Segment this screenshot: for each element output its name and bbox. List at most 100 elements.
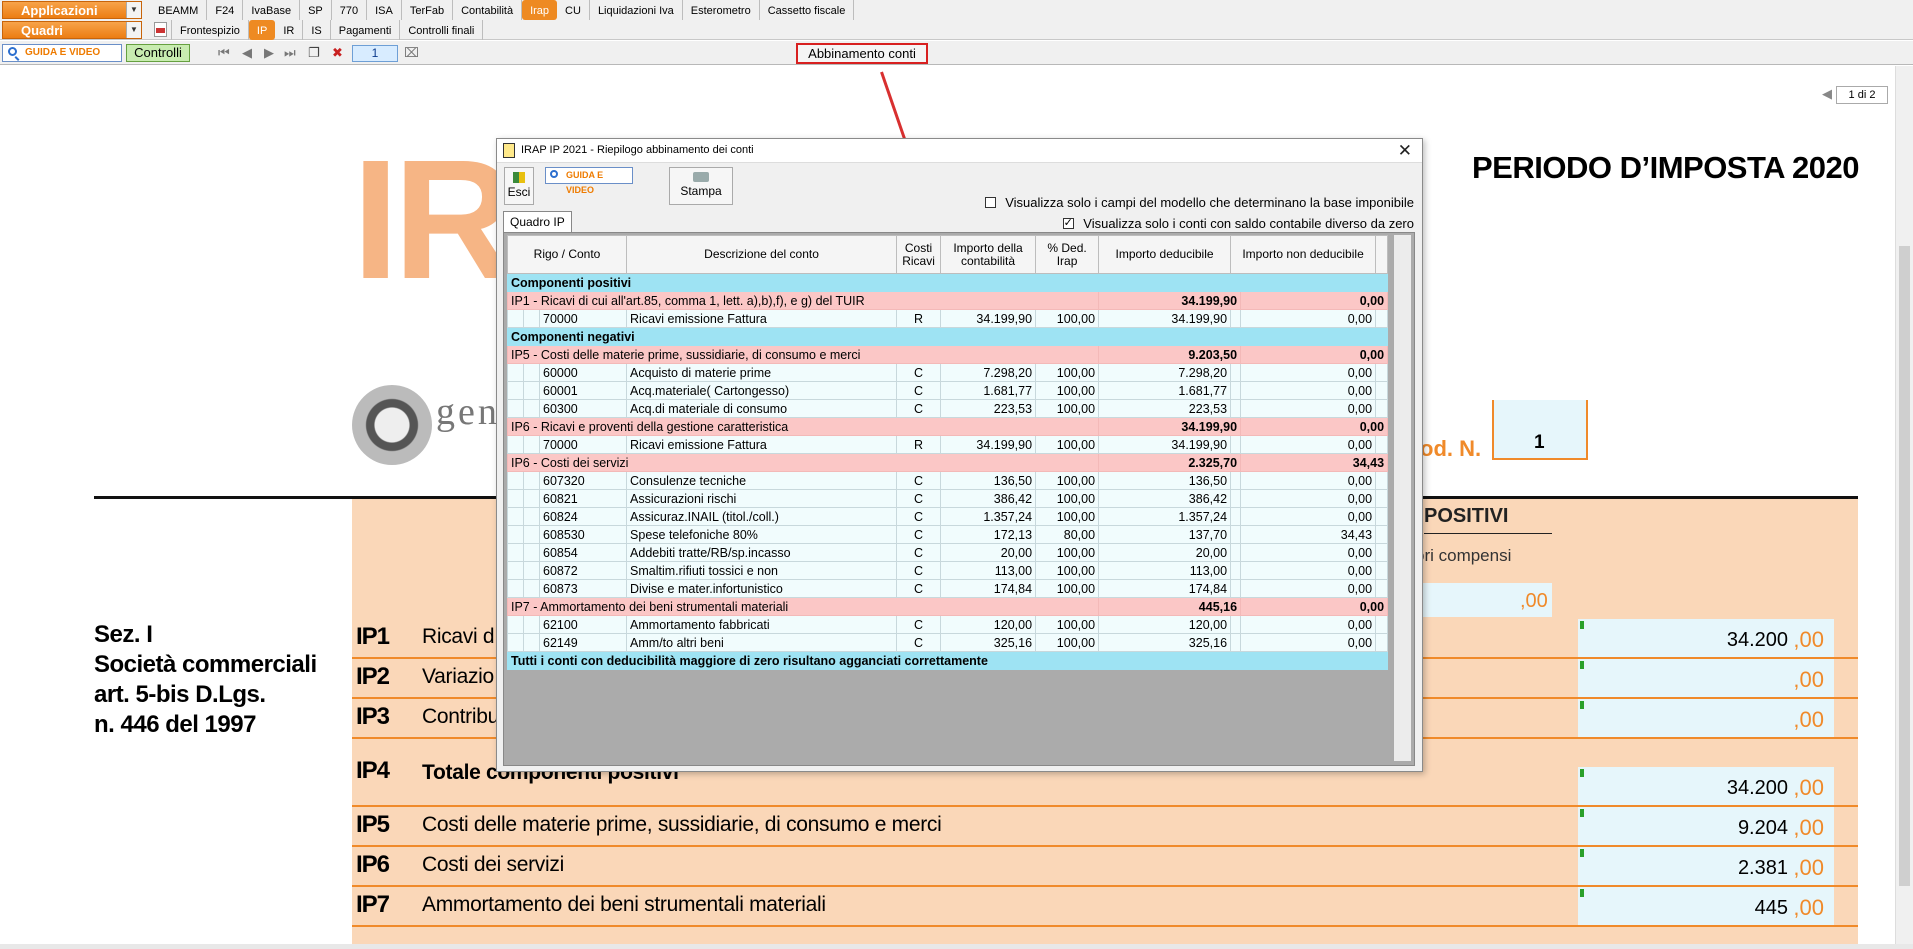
row-decimals: ,00 — [1793, 627, 1824, 652]
row-value-field[interactable]: ,00 — [1578, 699, 1834, 737]
col-descrizione[interactable]: Descrizione del conto — [626, 235, 898, 274]
tab-terfab[interactable]: TerFab — [402, 0, 454, 20]
app-tabs: BEAMM F24 IvaBase SP 770 ISA TerFab Contabilità… — [150, 0, 855, 20]
group-row[interactable]: IP1 - Ricavi di cui all'art.85, comma 1,… — [506, 291, 1389, 310]
table-row[interactable]: 60854 Addebiti tratte/RB/sp.incasso C 20,00… — [507, 543, 1389, 562]
table-row[interactable]: 62149 Amm/to altri beni C 325,16 100,00 325,1… — [507, 633, 1389, 652]
tab-is[interactable]: IS — [303, 20, 331, 40]
prev-page-icon[interactable]: ◀ — [242, 45, 252, 61]
checkbox[interactable] — [984, 197, 996, 208]
check-base-imponibile[interactable]: Visualizza solo i campi del modello che … — [984, 195, 1414, 210]
tab-cassetto-fiscale[interactable]: Cassetto fiscale — [760, 0, 855, 20]
table-row[interactable]: 70000 Ricavi emissione Fattura R 34.199,90 1… — [507, 435, 1389, 454]
row-value-field[interactable]: ,00 — [1578, 659, 1834, 697]
tab-ip[interactable]: IP — [248, 20, 276, 40]
pdf-icon[interactable] — [150, 20, 172, 40]
prev-module-icon[interactable]: ◀ — [1822, 86, 1832, 102]
page-number-field[interactable]: 1 — [352, 45, 398, 62]
grid-scrollbar[interactable] — [1393, 235, 1411, 761]
tab-770[interactable]: 770 — [332, 0, 368, 20]
cell-indent — [507, 309, 524, 328]
table-row[interactable]: 62100 Ammortamento fabbricati C 120,00 100,0… — [507, 615, 1389, 634]
section-row[interactable]: Componenti positivi — [506, 273, 1389, 292]
next-page-icon[interactable]: ▶ — [264, 45, 274, 61]
tab-beamm[interactable]: BEAMM — [150, 0, 208, 20]
group-row[interactable]: IP5 - Costi delle materie prime, sussidi… — [506, 345, 1389, 364]
group-row[interactable]: IP6 - Costi dei servizi 2.325,70 34,43 — [506, 453, 1389, 472]
tab-irap[interactable]: Irap — [522, 0, 558, 20]
dialog-titlebar[interactable]: IRAP IP 2021 - Riepilogo abbinamento dei… — [497, 139, 1422, 163]
page-scrollbar[interactable] — [1895, 66, 1913, 944]
cell-non-deducibile: 34,43 — [1240, 525, 1377, 544]
check-saldo-diverso-zero[interactable]: Visualizza solo i conti con saldo contab… — [1062, 216, 1414, 231]
row-label: Variazio — [422, 665, 494, 688]
footer-row[interactable]: Tutti i conti con deducibilità maggiore … — [506, 651, 1389, 670]
last-page-icon[interactable]: ⏭ — [284, 45, 296, 61]
tab-esterometro[interactable]: Esterometro — [683, 0, 760, 20]
table-row[interactable]: 60000 Acquisto di materie prime C 7.298,20 1… — [507, 363, 1389, 382]
group-row[interactable]: IP6 - Ricavi e proventi della gestione c… — [506, 417, 1389, 436]
abbinamento-conti-button[interactable]: Abbinamento conti — [796, 43, 928, 64]
tab-isa[interactable]: ISA — [367, 0, 402, 20]
col-importo-non-deducibile[interactable]: Importo non deducibile — [1230, 235, 1377, 274]
dialog-guida-button[interactable]: GUIDA E VIDEO — [545, 167, 633, 195]
table-row[interactable]: 60821 Assicurazioni rischi C 386,42 100,00 38… — [507, 489, 1389, 508]
tab-contabilità[interactable]: Contabilità — [453, 0, 523, 20]
compensi-decimals: ,00 — [1520, 590, 1548, 612]
cell-spacer — [1375, 615, 1389, 634]
col-perc-ded-irap[interactable]: % Ded. Irap — [1035, 235, 1100, 274]
applicazioni-combo[interactable]: Applicazioni ▼ — [2, 1, 142, 19]
delete-module-icon[interactable]: ⌧ — [404, 45, 419, 61]
cell-perc-ded: 100,00 — [1035, 489, 1100, 508]
table-row[interactable]: 70000 Ricavi emissione Fattura R 34.199,90 1… — [507, 309, 1389, 328]
table-row[interactable]: 60872 Smaltim.rifiuti tossici e non C 113,0… — [507, 561, 1389, 580]
chevron-down-icon[interactable]: ▼ — [126, 22, 141, 38]
table-row[interactable]: 60824 Assicuraz.INAIL (titol./coll.) C 1.35… — [507, 507, 1389, 526]
tab-sp[interactable]: SP — [300, 0, 332, 20]
copy-page-icon[interactable]: ❐ — [308, 45, 320, 61]
esci-button[interactable]: Esci — [504, 167, 534, 205]
chevron-down-icon[interactable]: ▼ — [126, 2, 141, 18]
tab-liquidazioni-iva[interactable]: Liquidazioni Iva — [590, 0, 683, 20]
row-value-field[interactable]: 2.381,00 — [1578, 847, 1834, 885]
close-icon[interactable]: ✕ — [1398, 139, 1412, 163]
row-code: IP2 — [356, 663, 390, 690]
controlli-button[interactable]: Controlli — [126, 44, 190, 62]
cell-indent — [507, 435, 524, 454]
tab-ir[interactable]: IR — [275, 20, 304, 40]
row-value-field[interactable]: 34.200,00 — [1578, 619, 1834, 657]
delete-page-icon[interactable]: ✖ — [332, 45, 343, 61]
quadri-combo[interactable]: Quadri ▼ — [2, 21, 142, 39]
mod-n-value[interactable]: 1 — [1534, 432, 1545, 454]
table-row[interactable]: 60300 Acq.di materiale di consumo C 223,53 1… — [507, 399, 1389, 418]
col-rigo-conto[interactable]: Rigo / Conto — [506, 235, 628, 274]
table-row[interactable]: 60873 Divise e mater.infortunistico C 174,8… — [507, 579, 1389, 598]
row-label: Costi delle materie prime, sussidiarie, … — [422, 813, 942, 836]
scrollbar-thumb[interactable] — [1899, 246, 1910, 886]
cell-descrizione: Ammortamento fabbricati — [626, 615, 898, 634]
tab-pagamenti[interactable]: Pagamenti — [331, 20, 401, 40]
table-row[interactable]: 608530 Spese telefoniche 80% C 172,13 80,00 1… — [507, 525, 1389, 544]
col-importo-deducibile[interactable]: Importo deducibile — [1098, 235, 1232, 274]
row-value-field[interactable]: 9.204,00 — [1578, 807, 1834, 845]
row-code: IP5 — [356, 811, 390, 838]
section-row[interactable]: Componenti negativi — [506, 327, 1389, 346]
row-value-field[interactable]: 34.200,00 — [1578, 767, 1834, 805]
checkbox[interactable] — [1062, 216, 1074, 229]
tab-controlli-finali[interactable]: Controlli finali — [400, 20, 484, 40]
table-row[interactable]: 60001 Acq.materiale( Cartongesso) C 1.681,7… — [507, 381, 1389, 400]
stampa-button[interactable]: Stampa — [669, 167, 733, 205]
tab-ivabase[interactable]: IvaBase — [243, 0, 301, 20]
tab-frontespizio[interactable]: Frontespizio — [172, 20, 249, 40]
tab-cu[interactable]: CU — [557, 0, 590, 20]
row-value-field[interactable]: 445,00 — [1578, 887, 1834, 925]
group-row[interactable]: IP7 - Ammortamento dei beni strumentali … — [506, 597, 1389, 616]
tab-quadro-ip[interactable]: Quadro IP — [503, 211, 572, 232]
cell-conto: 60821 — [538, 489, 628, 508]
guida-video-button[interactable]: GUIDA E VIDEO — [2, 44, 122, 62]
col-importo-contabilita[interactable]: Importo della contabilità — [940, 235, 1037, 274]
col-costi-ricavi[interactable]: Costi Ricavi — [896, 235, 942, 274]
first-page-icon[interactable]: ⏮ — [218, 45, 230, 61]
table-row[interactable]: 607320 Consulenze tecniche C 136,50 100,00 13… — [507, 471, 1389, 490]
tab-f24[interactable]: F24 — [207, 0, 244, 20]
